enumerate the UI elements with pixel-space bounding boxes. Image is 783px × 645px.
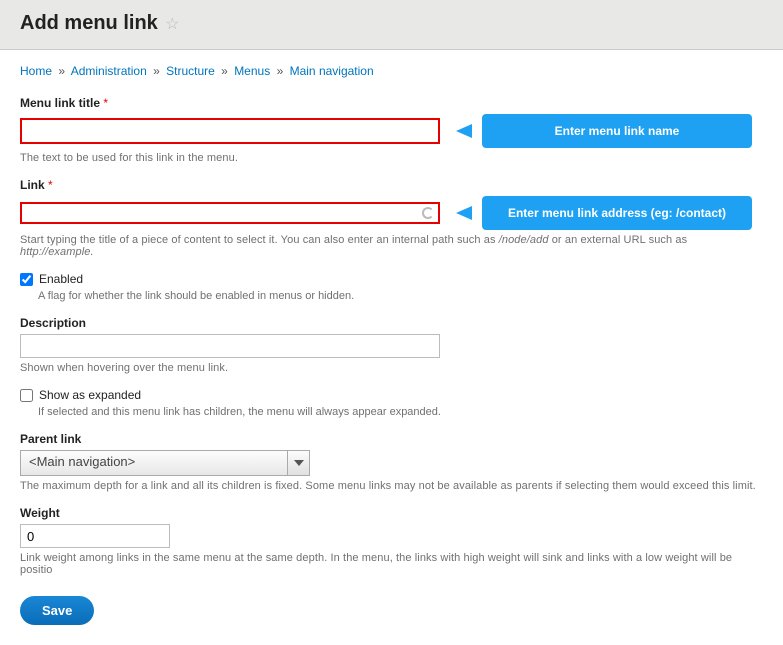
field-expanded: Show as expanded If selected and this me… — [20, 388, 763, 418]
callout-title: Enter menu link name — [482, 114, 752, 148]
label-description: Description — [20, 316, 763, 330]
label-text: Link — [20, 178, 45, 192]
label-link: Link * — [20, 178, 763, 192]
menu-link-title-input[interactable] — [20, 118, 440, 144]
help-parent-link: The maximum depth for a link and all its… — [20, 480, 763, 492]
header-bar: Add menu link ☆ — [0, 0, 783, 50]
save-button[interactable]: Save — [20, 596, 94, 625]
required-mark: * — [103, 96, 108, 110]
breadcrumb-sep: » — [153, 64, 160, 78]
label-parent-link: Parent link — [20, 432, 763, 446]
help-menu-link-title: The text to be used for this link in the… — [20, 152, 763, 164]
breadcrumb: Home » Administration » Structure » Menu… — [20, 64, 763, 78]
field-weight: Weight Link weight among links in the sa… — [20, 506, 763, 576]
label-weight: Weight — [20, 506, 763, 520]
help-link: Start typing the title of a piece of con… — [20, 234, 763, 258]
enabled-checkbox[interactable] — [20, 273, 33, 286]
parent-link-select[interactable]: <Main navigation> — [20, 450, 310, 476]
expanded-checkbox[interactable] — [20, 389, 33, 402]
breadcrumb-sep: » — [221, 64, 228, 78]
page-title: Add menu link — [20, 12, 158, 35]
field-parent-link: Parent link <Main navigation> The maximu… — [20, 432, 763, 492]
label-expanded[interactable]: Show as expanded — [39, 388, 141, 402]
breadcrumb-link[interactable]: Main navigation — [290, 64, 374, 78]
help-text: Start typing the title of a piece of con… — [20, 234, 499, 246]
help-description: Shown when hovering over the menu link. — [20, 362, 763, 374]
help-expanded: If selected and this menu link has child… — [38, 406, 763, 418]
breadcrumb-link[interactable]: Structure — [166, 64, 215, 78]
help-enabled: A flag for whether the link should be en… — [38, 290, 763, 302]
callout-link: Enter menu link address (eg: /contact) — [482, 196, 752, 230]
help-weight: Link weight among links in the same menu… — [20, 552, 763, 576]
chevron-down-icon — [287, 451, 309, 475]
autocomplete-spinner-icon — [422, 207, 434, 219]
breadcrumb-link[interactable]: Home — [20, 64, 52, 78]
help-em: /node/add — [499, 234, 549, 246]
field-link: Link * Enter menu link address (eg: /con… — [20, 178, 763, 258]
callout-arrow-icon — [456, 206, 472, 220]
label-text: Menu link title — [20, 96, 100, 110]
help-text: or an external URL such as — [549, 234, 688, 246]
content-region: Home » Administration » Structure » Menu… — [0, 50, 783, 645]
required-mark: * — [48, 178, 53, 192]
breadcrumb-sep: » — [58, 64, 65, 78]
star-icon[interactable]: ☆ — [165, 14, 179, 34]
field-description: Description Shown when hovering over the… — [20, 316, 763, 374]
help-em: http://example. — [20, 246, 94, 258]
select-value: <Main navigation> — [29, 454, 135, 469]
label-menu-link-title: Menu link title * — [20, 96, 763, 110]
label-enabled[interactable]: Enabled — [39, 272, 83, 286]
field-enabled: Enabled A flag for whether the link shou… — [20, 272, 763, 302]
weight-input[interactable] — [20, 524, 170, 548]
breadcrumb-link[interactable]: Administration — [71, 64, 147, 78]
callout-arrow-icon — [456, 124, 472, 138]
description-input[interactable] — [20, 334, 440, 358]
breadcrumb-sep: » — [277, 64, 284, 78]
link-input[interactable] — [20, 202, 440, 224]
breadcrumb-link[interactable]: Menus — [234, 64, 270, 78]
field-menu-link-title: Menu link title * Enter menu link name T… — [20, 96, 763, 164]
